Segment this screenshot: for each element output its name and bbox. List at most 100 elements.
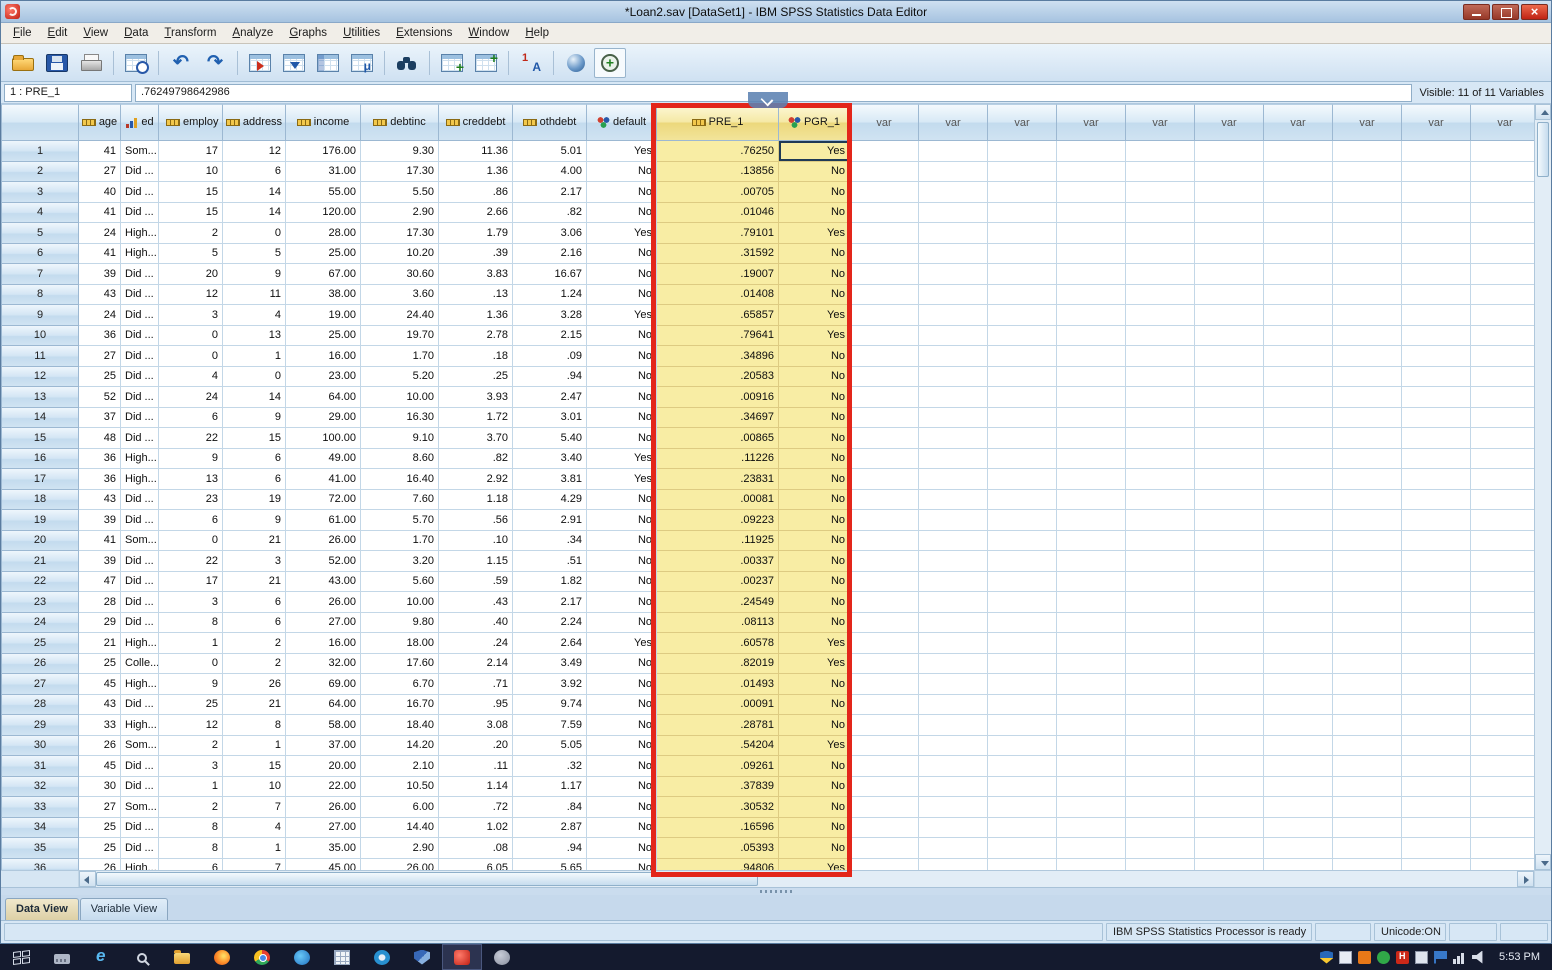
cell-var[interactable] (1057, 490, 1126, 511)
cell-var[interactable] (1333, 736, 1402, 757)
cell-employ-row3[interactable]: 15 (159, 182, 223, 203)
cell-var[interactable] (1402, 244, 1471, 265)
cell-var[interactable] (988, 182, 1057, 203)
cell-var[interactable] (1126, 346, 1195, 367)
cell-var[interactable] (1126, 633, 1195, 654)
cell-var[interactable] (1126, 592, 1195, 613)
cell-var[interactable] (1057, 285, 1126, 306)
cell-var[interactable] (1057, 469, 1126, 490)
cell-var[interactable] (1471, 305, 1534, 326)
cell-var[interactable] (1471, 592, 1534, 613)
cell-debtinc-row3[interactable]: 5.50 (361, 182, 439, 203)
cell-address-row16[interactable]: 6 (223, 449, 286, 470)
cell-pre_1-row36[interactable]: .94806 (657, 859, 779, 871)
cell-default-row5[interactable]: Yes (587, 223, 657, 244)
cell-var[interactable] (1195, 408, 1264, 429)
cell-age-row4[interactable]: 41 (79, 203, 121, 224)
cell-var[interactable] (919, 818, 988, 839)
cell-var[interactable] (1471, 633, 1534, 654)
cell-var[interactable] (1333, 305, 1402, 326)
cell-pgr_1-row7[interactable]: No (779, 264, 850, 285)
cell-address-row4[interactable]: 14 (223, 203, 286, 224)
row-header-13[interactable]: 13 (1, 387, 79, 408)
cell-pgr_1-row15[interactable]: No (779, 428, 850, 449)
cell-creddebt-row22[interactable]: .59 (439, 572, 513, 593)
cell-pre_1-row19[interactable]: .09223 (657, 510, 779, 531)
cell-var[interactable] (919, 736, 988, 757)
cell-var[interactable] (1264, 203, 1333, 224)
cell-var[interactable] (988, 818, 1057, 839)
cell-var[interactable] (1264, 736, 1333, 757)
cell-address-row14[interactable]: 9 (223, 408, 286, 429)
settings-app-icon[interactable] (482, 944, 522, 970)
cell-var[interactable] (1195, 736, 1264, 757)
cell-pre_1-row16[interactable]: .11226 (657, 449, 779, 470)
cell-ed-row3[interactable]: Did ... (121, 182, 159, 203)
cell-var[interactable] (1333, 633, 1402, 654)
column-header-age[interactable]: age (79, 104, 121, 141)
cell-ed-row9[interactable]: Did ... (121, 305, 159, 326)
cell-var[interactable] (1126, 367, 1195, 388)
cell-address-row22[interactable]: 21 (223, 572, 286, 593)
cell-var[interactable] (1195, 428, 1264, 449)
cell-pgr_1-row21[interactable]: No (779, 551, 850, 572)
cell-default-row31[interactable]: No (587, 756, 657, 777)
tray-envelope-icon[interactable] (1339, 951, 1352, 964)
cell-othdebt-row16[interactable]: 3.40 (513, 449, 587, 470)
cell-ed-row7[interactable]: Did ... (121, 264, 159, 285)
cell-var[interactable] (919, 244, 988, 265)
cell-var[interactable] (850, 592, 919, 613)
cell-var[interactable] (1402, 203, 1471, 224)
cell-var[interactable] (919, 633, 988, 654)
cell-var[interactable] (1333, 428, 1402, 449)
cell-var[interactable] (1057, 551, 1126, 572)
cell-var[interactable] (919, 428, 988, 449)
cell-default-row26[interactable]: No (587, 654, 657, 675)
cell-var[interactable] (1471, 346, 1534, 367)
cell-var[interactable] (919, 223, 988, 244)
cell-var[interactable] (1402, 674, 1471, 695)
cell-var[interactable] (1471, 715, 1534, 736)
cell-age-row8[interactable]: 43 (79, 285, 121, 306)
cell-var[interactable] (1402, 797, 1471, 818)
cell-var[interactable] (1471, 244, 1534, 265)
cell-var[interactable] (1264, 633, 1333, 654)
cell-var[interactable] (850, 326, 919, 347)
cell-var[interactable] (1126, 285, 1195, 306)
cell-pgr_1-row16[interactable]: No (779, 449, 850, 470)
row-header-20[interactable]: 20 (1, 531, 79, 552)
cell-pgr_1-row18[interactable]: No (779, 490, 850, 511)
cell-var[interactable] (988, 510, 1057, 531)
column-header-creddebt[interactable]: creddebt (439, 104, 513, 141)
cell-othdebt-row25[interactable]: 2.64 (513, 633, 587, 654)
cell-default-row7[interactable]: No (587, 264, 657, 285)
cell-var[interactable] (1402, 572, 1471, 593)
cell-var[interactable] (1126, 613, 1195, 634)
cell-employ-row16[interactable]: 9 (159, 449, 223, 470)
cell-creddebt-row2[interactable]: 1.36 (439, 162, 513, 183)
cell-pgr_1-row25[interactable]: Yes (779, 633, 850, 654)
cell-employ-row32[interactable]: 1 (159, 777, 223, 798)
cell-var[interactable] (1195, 346, 1264, 367)
cell-debtinc-row5[interactable]: 17.30 (361, 223, 439, 244)
row-header-4[interactable]: 4 (1, 203, 79, 224)
column-header-pgr_1[interactable]: PGR_1 (779, 104, 850, 141)
cell-creddebt-row6[interactable]: .39 (439, 244, 513, 265)
cell-var[interactable] (850, 572, 919, 593)
cell-ed-row24[interactable]: Did ... (121, 613, 159, 634)
search-icon[interactable] (122, 944, 162, 970)
cell-othdebt-row32[interactable]: 1.17 (513, 777, 587, 798)
cell-employ-row7[interactable]: 20 (159, 264, 223, 285)
column-header-var[interactable]: var (1126, 104, 1195, 141)
cell-address-row24[interactable]: 6 (223, 613, 286, 634)
row-header-10[interactable]: 10 (1, 326, 79, 347)
cell-var[interactable] (1264, 223, 1333, 244)
cell-var[interactable] (919, 387, 988, 408)
cell-income-row14[interactable]: 29.00 (286, 408, 361, 429)
cell-employ-row23[interactable]: 3 (159, 592, 223, 613)
cell-var[interactable] (1402, 756, 1471, 777)
cell-var[interactable] (1264, 408, 1333, 429)
cell-var[interactable] (1195, 264, 1264, 285)
cell-othdebt-row31[interactable]: .32 (513, 756, 587, 777)
cell-var[interactable] (919, 715, 988, 736)
